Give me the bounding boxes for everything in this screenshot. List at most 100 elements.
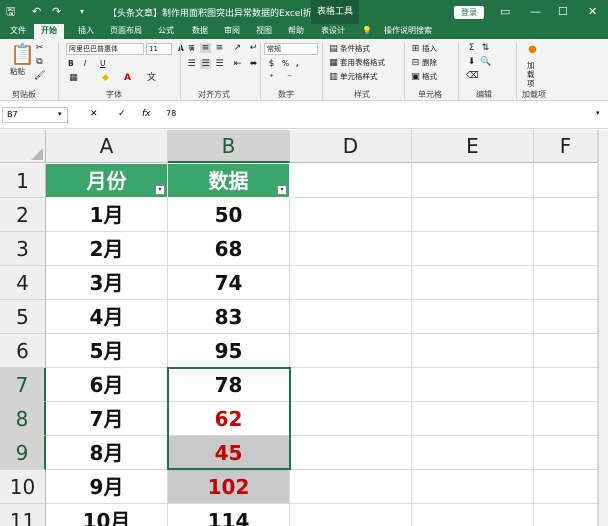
- empty-cell[interactable]: [290, 164, 412, 198]
- tab-table-design[interactable]: 表设计: [316, 24, 350, 39]
- font-size-select[interactable]: 11: [146, 43, 172, 55]
- ribbon-display-icon[interactable]: ▭: [500, 4, 510, 20]
- autosum-icon[interactable]: Σ: [466, 43, 477, 53]
- empty-cell[interactable]: [534, 334, 598, 368]
- align-right-icon[interactable]: ☰: [214, 59, 225, 69]
- format-painter-icon[interactable]: 🖌: [34, 71, 45, 81]
- close-icon[interactable]: ✕: [588, 4, 597, 20]
- worksheet-grid[interactable]: ABDEF 1 2 3 4 5 6 7 8 9 10 11 月份 ▾ 数据 ▾ 1月 50 2月 68 3月 74 4月…: [0, 130, 608, 526]
- row-header-2[interactable]: 2: [0, 198, 46, 232]
- table-cell[interactable]: 114: [168, 504, 290, 526]
- copy-icon[interactable]: ⧉: [34, 57, 45, 67]
- paste-button[interactable]: 粘贴: [10, 67, 25, 77]
- tab-home[interactable]: 开始: [34, 24, 64, 39]
- orientation-icon[interactable]: ↗: [232, 43, 243, 53]
- select-all-button[interactable]: [0, 130, 46, 163]
- empty-cell[interactable]: [412, 300, 534, 334]
- cell-styles-button[interactable]: 单元格样式: [340, 72, 378, 82]
- empty-cell[interactable]: [412, 198, 534, 232]
- empty-cell[interactable]: [534, 164, 598, 198]
- insert-function-button[interactable]: fx: [142, 109, 151, 119]
- table-cell[interactable]: 50: [168, 198, 290, 232]
- empty-cell[interactable]: [534, 368, 598, 402]
- row-header-11[interactable]: 11: [0, 504, 46, 526]
- cut-icon[interactable]: ✂: [34, 43, 45, 53]
- column-header-e[interactable]: E: [412, 130, 534, 163]
- empty-cell[interactable]: [290, 436, 412, 470]
- empty-cell[interactable]: [412, 504, 534, 526]
- cancel-entry-icon[interactable]: ✕: [90, 109, 98, 119]
- table-cell[interactable]: 8月: [46, 436, 168, 470]
- empty-cell[interactable]: [290, 198, 412, 232]
- filter-dropdown-icon[interactable]: ▾: [155, 185, 165, 195]
- empty-cell[interactable]: [412, 164, 534, 198]
- borders-icon[interactable]: ▦: [68, 73, 79, 83]
- tab-view[interactable]: 视图: [250, 24, 278, 39]
- empty-cell[interactable]: [412, 334, 534, 368]
- column-header-b[interactable]: B: [168, 130, 290, 163]
- empty-cell[interactable]: [290, 266, 412, 300]
- empty-cell[interactable]: [290, 470, 412, 504]
- empty-cell[interactable]: [412, 470, 534, 504]
- empty-cell[interactable]: [534, 198, 598, 232]
- table-header-cell[interactable]: 月份 ▾: [46, 164, 168, 198]
- number-format-select[interactable]: 常规: [264, 43, 318, 55]
- table-cell[interactable]: 62: [168, 402, 290, 436]
- wrap-text-icon[interactable]: ↵: [248, 43, 259, 53]
- row-header-9[interactable]: 9: [0, 436, 46, 470]
- font-name-select[interactable]: 阿里巴巴普惠体: [66, 43, 144, 55]
- save-icon[interactable]: 🖫: [6, 4, 15, 20]
- empty-cell[interactable]: [412, 368, 534, 402]
- align-middle-icon[interactable]: ≡: [200, 43, 211, 53]
- format-as-table-button[interactable]: 套用表格格式: [340, 58, 385, 68]
- column-header-a[interactable]: A: [46, 130, 168, 163]
- tab-page-layout[interactable]: 页面布局: [106, 24, 146, 39]
- maximize-icon[interactable]: ☐: [558, 4, 568, 20]
- tab-data[interactable]: 数据: [186, 24, 214, 39]
- tell-me-search[interactable]: 操作说明搜索: [378, 24, 438, 39]
- column-header-f[interactable]: F: [534, 130, 598, 163]
- empty-cell[interactable]: [290, 402, 412, 436]
- redo-icon[interactable]: ↷: [52, 4, 61, 20]
- row-header-3[interactable]: 3: [0, 232, 46, 266]
- empty-cell[interactable]: [534, 470, 598, 504]
- empty-cell[interactable]: [412, 402, 534, 436]
- row-header-4[interactable]: 4: [0, 266, 46, 300]
- row-header-8[interactable]: 8: [0, 402, 46, 436]
- empty-cell[interactable]: [412, 266, 534, 300]
- delete-cells-icon[interactable]: ⊟: [410, 58, 421, 68]
- row-header-1[interactable]: 1: [0, 164, 46, 198]
- login-button[interactable]: 登录: [454, 6, 484, 19]
- table-cell[interactable]: 10月: [46, 504, 168, 526]
- confirm-entry-icon[interactable]: ✓: [118, 109, 126, 119]
- empty-cell[interactable]: [534, 232, 598, 266]
- align-center-icon[interactable]: ☰: [200, 59, 211, 69]
- sort-filter-icon[interactable]: ⇅: [480, 43, 491, 53]
- addins-button[interactable]: 加载项: [527, 61, 541, 88]
- insert-cells-icon[interactable]: ⊞: [410, 44, 421, 54]
- align-left-icon[interactable]: ☰: [186, 59, 197, 69]
- tab-help[interactable]: 帮助: [282, 24, 310, 39]
- tab-insert[interactable]: 插入: [72, 24, 100, 39]
- table-cell[interactable]: 2月: [46, 232, 168, 266]
- find-select-icon[interactable]: 🔍: [480, 57, 491, 67]
- table-cell[interactable]: 5月: [46, 334, 168, 368]
- paste-icon[interactable]: 📋: [10, 43, 35, 65]
- minimize-icon[interactable]: —: [530, 4, 541, 20]
- table-cell[interactable]: 9月: [46, 470, 168, 504]
- font-color-icon[interactable]: A: [122, 73, 133, 83]
- name-box-dropdown-icon[interactable]: ▾: [58, 110, 62, 118]
- phonetic-icon[interactable]: 文: [146, 73, 157, 83]
- table-cell[interactable]: 83: [168, 300, 290, 334]
- italic-button[interactable]: I: [84, 59, 86, 69]
- empty-cell[interactable]: [412, 436, 534, 470]
- tab-file[interactable]: 文件: [4, 24, 32, 39]
- row-header-7[interactable]: 7: [0, 368, 46, 402]
- empty-cell[interactable]: [290, 232, 412, 266]
- format-as-table-icon[interactable]: ▦: [328, 58, 339, 68]
- table-cell[interactable]: 6月: [46, 368, 168, 402]
- table-cell[interactable]: 68: [168, 232, 290, 266]
- conditional-format-button[interactable]: 条件格式: [340, 44, 370, 54]
- table-cell[interactable]: 7月: [46, 402, 168, 436]
- table-header-cell[interactable]: 数据 ▾: [168, 164, 290, 198]
